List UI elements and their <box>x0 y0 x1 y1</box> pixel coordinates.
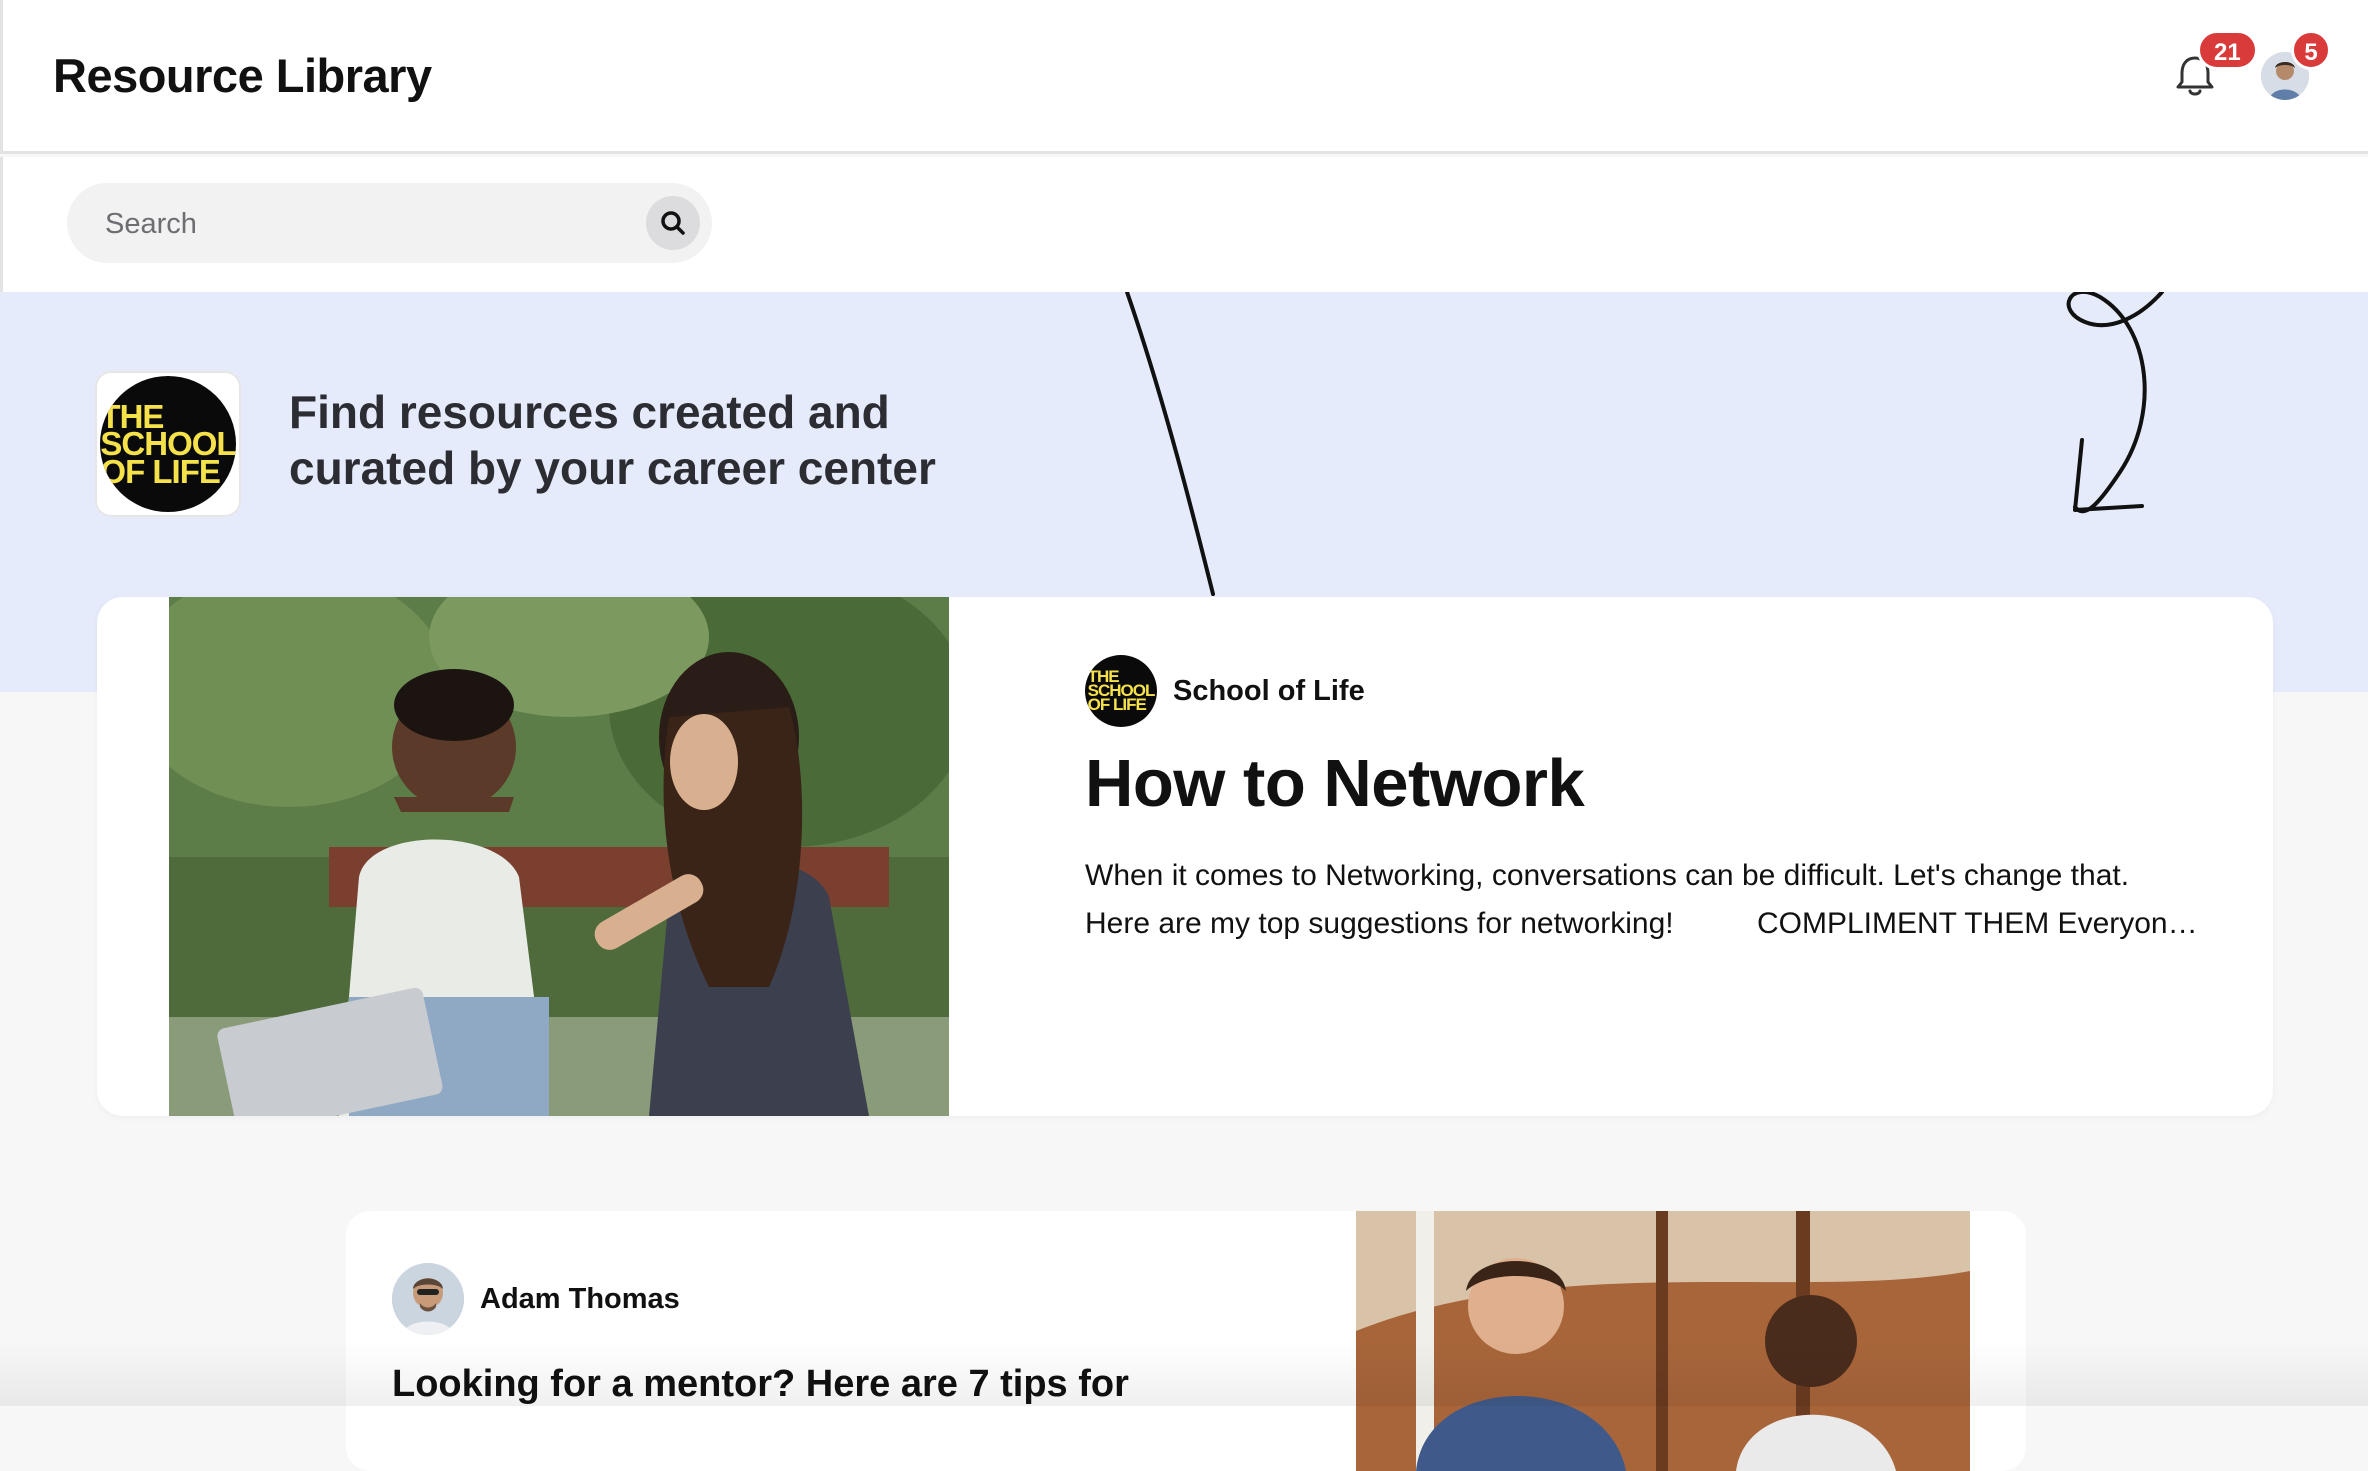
search-button[interactable] <box>646 196 700 250</box>
hero-heading: Find resources created and curated by yo… <box>289 384 1089 496</box>
card-title[interactable]: Looking for a mentor? Here are 7 tips fo… <box>392 1363 1129 1406</box>
notification-count-badge: 21 <box>2197 30 2258 70</box>
card-image <box>1356 1211 1970 1471</box>
search-bar-area <box>0 157 2368 292</box>
card-photo <box>1356 1211 1970 1471</box>
hero-heading-line1: Find resources created and <box>289 386 890 438</box>
featured-resource-card[interactable]: THE SCHOOL OF LIFE School of Life How to… <box>97 597 2273 1116</box>
author-avatar <box>392 1263 464 1335</box>
top-bar: Resource Library 21 5 <box>0 0 2368 154</box>
card-author[interactable]: Adam Thomas <box>392 1263 680 1335</box>
page-title: Resource Library <box>53 49 432 102</box>
featured-description-line2: Here are my top suggestions for networki… <box>1085 907 2205 940</box>
school-of-life-logo: THE SCHOOL OF LIFE <box>100 376 236 512</box>
user-count-badge: 5 <box>2291 30 2331 70</box>
search-input[interactable] <box>103 183 627 265</box>
author-logo: THE SCHOOL OF LIFE <box>1085 655 1157 727</box>
featured-description-line1: When it comes to Networking, conversatio… <box>1085 859 2130 892</box>
author-avatar-image <box>392 1263 464 1335</box>
featured-description: When it comes to Networking, conversatio… <box>1085 852 2205 948</box>
search-box <box>67 183 712 265</box>
featured-author[interactable]: THE SCHOOL OF LIFE School of Life <box>1085 655 1365 727</box>
featured-image <box>169 597 949 1116</box>
author-name: Adam Thomas <box>480 1282 680 1315</box>
search-icon <box>661 211 685 235</box>
hero-heading-line2: curated by your career center <box>289 442 936 494</box>
featured-photo <box>169 597 949 1116</box>
author-name: School of Life <box>1173 674 1365 707</box>
featured-title[interactable]: How to Network <box>1085 745 1585 822</box>
career-center-logo: THE SCHOOL OF LIFE <box>97 373 239 515</box>
resource-card[interactable]: Adam Thomas Looking for a mentor? Here a… <box>346 1211 2026 1471</box>
